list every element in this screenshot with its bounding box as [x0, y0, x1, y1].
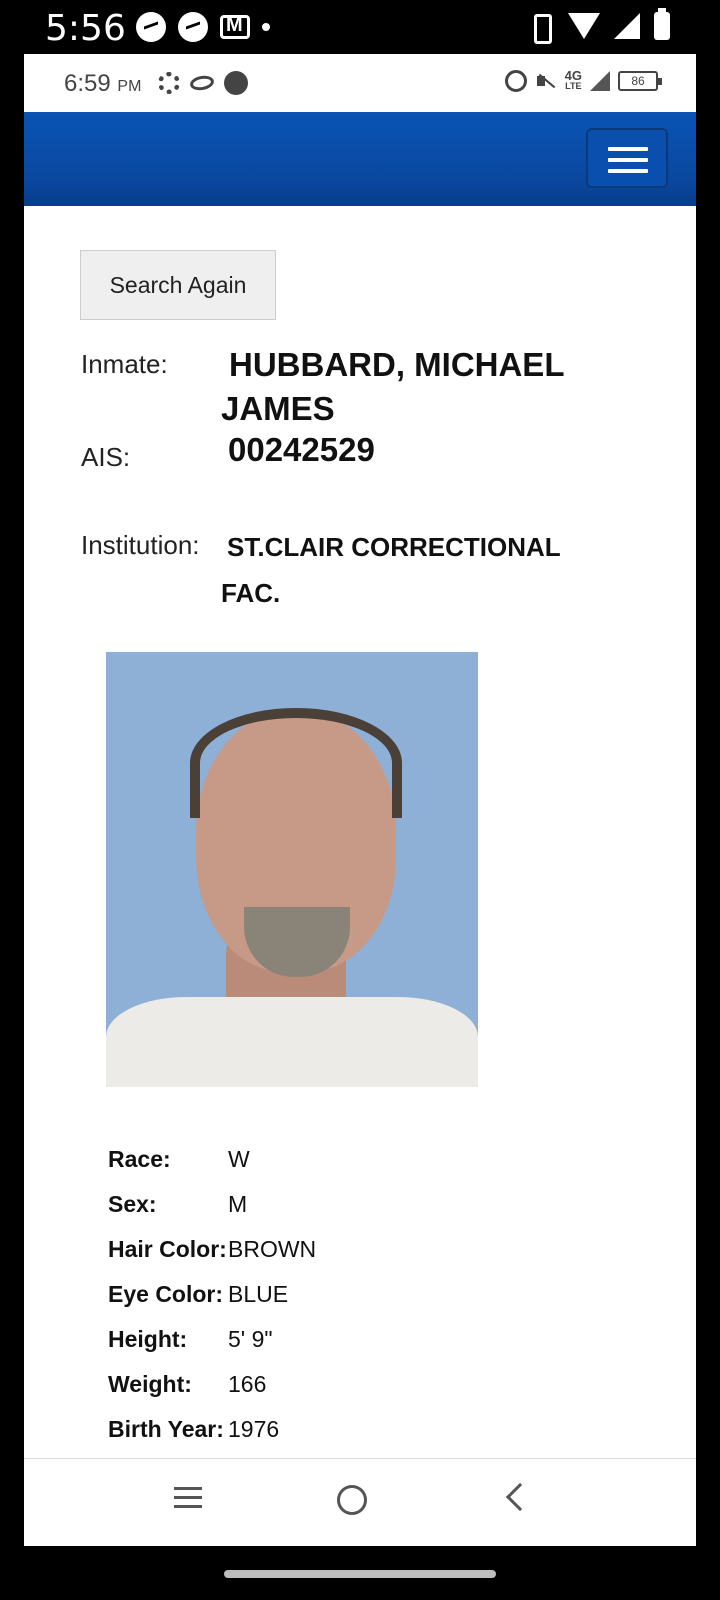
detail-label: Sex: — [108, 1191, 157, 1217]
search-again-button[interactable]: Search Again — [80, 250, 276, 320]
inmate-photo — [106, 652, 478, 1087]
cell-signal-icon — [614, 13, 640, 39]
hamburger-menu-icon[interactable] — [586, 128, 668, 188]
inmate-name: HUBBARD, MICHAEL JAMES — [221, 346, 564, 427]
recent-apps-icon[interactable] — [174, 1487, 202, 1509]
alarm-icon — [504, 70, 527, 92]
network-label: 4G — [564, 68, 582, 83]
gear-icon — [158, 72, 180, 94]
inner-clock-time: 6:59 — [64, 70, 111, 97]
inner-status-bar: 6:59 PM 4G LTE 86 — [24, 54, 696, 112]
device-status-bar: 5:56 — [0, 0, 720, 54]
detail-value: 5' 9" — [228, 1326, 273, 1352]
screenshot-screen: 6:59 PM 4G LTE 86 Search Again Inmate: H… — [24, 54, 696, 1546]
back-icon[interactable] — [505, 1482, 535, 1512]
institution-name: ST.CLAIR CORRECTIONAL FAC. — [221, 532, 561, 608]
inner-clock-ampm: PM — [117, 78, 142, 95]
signal-icon — [590, 71, 610, 91]
mute-icon — [535, 70, 557, 92]
detail-label: Height: — [108, 1326, 188, 1352]
vibrate-icon — [526, 12, 554, 44]
messenger-icon — [136, 12, 166, 42]
detail-value: BLUE — [228, 1281, 289, 1307]
detail-value: 1976 — [228, 1416, 280, 1442]
detail-value: W — [228, 1146, 250, 1172]
detail-value: 166 — [228, 1371, 267, 1397]
wifi-icon — [568, 13, 600, 39]
notification-icons — [136, 12, 270, 42]
inner-system-icons: 4G LTE 86 — [504, 68, 662, 92]
detail-label: Weight: — [108, 1371, 192, 1397]
battery-level: 86 — [618, 71, 662, 91]
system-icons — [526, 8, 670, 44]
ais-number: 00242529 — [228, 431, 375, 468]
gesture-navigation-bar[interactable] — [224, 1570, 496, 1578]
more-notifications-dot-icon — [262, 23, 270, 31]
messenger-icon — [178, 12, 208, 42]
ais-label: AIS: — [81, 442, 131, 472]
inmate-label: Inmate: — [81, 349, 168, 379]
detail-label: Hair Color: — [108, 1236, 227, 1262]
battery-icon — [654, 8, 670, 40]
detail-value: BROWN — [228, 1236, 317, 1262]
detail-value: M — [228, 1191, 248, 1217]
gmail-icon — [220, 14, 250, 39]
network-type: 4G LTE — [564, 68, 582, 92]
network-sub-label: LTE — [565, 81, 582, 91]
inner-notification-icons — [158, 71, 248, 95]
app-badge-icon — [224, 71, 248, 95]
detail-label: Birth Year: — [108, 1416, 224, 1442]
device-clock: 5:56 — [45, 8, 126, 49]
inner-navigation-bar — [24, 1458, 696, 1546]
institution-label: Institution: — [81, 530, 200, 560]
site-header — [24, 112, 696, 206]
detail-label: Eye Color: — [108, 1281, 224, 1307]
eye-off-icon — [188, 74, 216, 92]
detail-label: Race: — [108, 1146, 171, 1172]
home-icon[interactable] — [337, 1485, 367, 1515]
inner-clock: 6:59 PM — [64, 70, 141, 98]
inmate-detail-content: Search Again Inmate: HUBBARD, MICHAEL JA… — [24, 206, 696, 1444]
